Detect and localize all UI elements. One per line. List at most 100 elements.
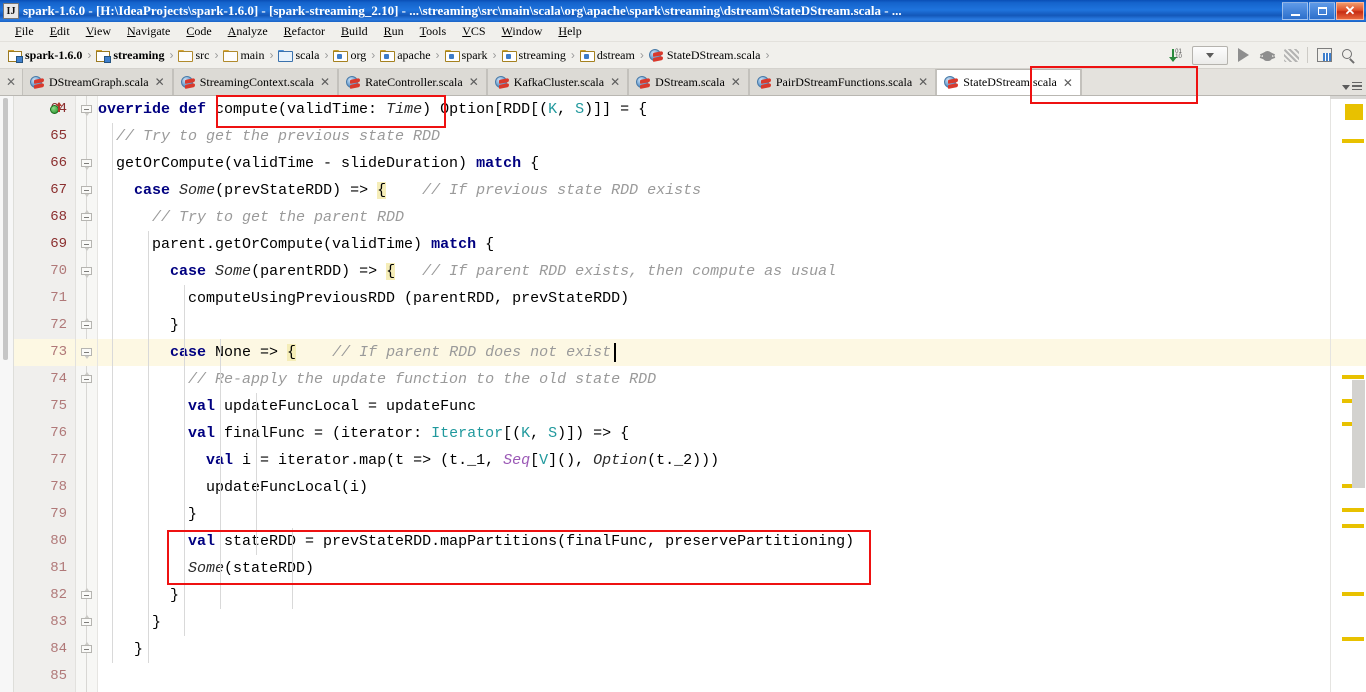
- menu-item-navigate[interactable]: Navigate: [119, 24, 178, 39]
- minimize-button[interactable]: [1282, 2, 1308, 20]
- code-row[interactable]: case Some(parentRDD) => { // If parent R…: [98, 258, 1330, 285]
- editor-tab-dstream-scala[interactable]: DStream.scala ✕: [628, 69, 749, 95]
- close-icon[interactable]: ✕: [918, 75, 928, 89]
- vertical-scrollbar-thumb[interactable]: [1352, 380, 1365, 488]
- run-button[interactable]: [1231, 44, 1255, 66]
- fold-up-icon[interactable]: [81, 642, 92, 655]
- code-row[interactable]: computeUsingPreviousRDD (parentRDD, prev…: [98, 285, 1330, 312]
- breadcrumb-item-src[interactable]: src: [176, 45, 211, 66]
- code-row[interactable]: // Re-apply the update function to the o…: [98, 366, 1330, 393]
- code-row[interactable]: // Try to get the previous state RDD: [98, 123, 1330, 150]
- menu-item-view[interactable]: View: [78, 24, 119, 39]
- menu-item-file[interactable]: File: [7, 24, 42, 39]
- code-row[interactable]: }: [98, 501, 1330, 528]
- fold-down-icon[interactable]: [81, 266, 92, 278]
- close-button[interactable]: ✕: [1336, 2, 1364, 20]
- code-row[interactable]: case None => { // If parent RDD does not…: [98, 339, 1330, 366]
- close-icon[interactable]: ✕: [469, 75, 479, 89]
- code-row[interactable]: }: [98, 312, 1330, 339]
- code-row[interactable]: }: [98, 636, 1330, 663]
- override-method-icon[interactable]: [50, 102, 63, 116]
- fold-down-icon[interactable]: [81, 239, 92, 251]
- warning-marker[interactable]: [1342, 508, 1364, 512]
- fold-up-icon[interactable]: [81, 318, 92, 331]
- layout-button[interactable]: [1312, 44, 1336, 66]
- menu-item-help[interactable]: Help: [550, 24, 589, 39]
- code-row[interactable]: Some(stateRDD): [98, 555, 1330, 582]
- warning-marker[interactable]: [1342, 375, 1364, 379]
- menu-item-analyze[interactable]: Analyze: [220, 24, 276, 39]
- editor-tab-ratecontroller-scala[interactable]: RateController.scala ✕: [338, 69, 487, 95]
- warning-marker[interactable]: [1342, 139, 1364, 143]
- editor-tab-dstreamgraph-scala[interactable]: DStreamGraph.scala ✕: [22, 69, 173, 95]
- debug-button[interactable]: [1255, 44, 1279, 66]
- close-icon[interactable]: ✕: [1063, 76, 1073, 90]
- update-project-button[interactable]: 01 10: [1165, 44, 1189, 66]
- fold-down-icon[interactable]: [81, 158, 92, 170]
- breadcrumb-item-org[interactable]: org: [331, 45, 368, 66]
- editor-tab-kafkacluster-scala[interactable]: KafkaCluster.scala ✕: [486, 69, 629, 95]
- menu-item-tools[interactable]: Tools: [412, 24, 455, 39]
- breadcrumb-item-dstream[interactable]: dstream: [578, 45, 637, 66]
- close-icon[interactable]: ✕: [610, 75, 620, 89]
- editor-tab-streamingcontext-scala[interactable]: StreamingContext.scala ✕: [172, 69, 339, 95]
- breadcrumb-item-spark-1-6-0[interactable]: spark-1.6.0: [6, 45, 84, 66]
- menu-item-code[interactable]: Code: [178, 24, 219, 39]
- editor-tab-statedstream-scala[interactable]: StateDStream.scala ✕: [936, 69, 1081, 95]
- run-config-selector[interactable]: [1189, 44, 1231, 66]
- close-icon[interactable]: ✕: [320, 75, 330, 89]
- breadcrumb-item-statedstream-scala[interactable]: StateDStream.scala: [647, 45, 763, 66]
- warning-marker[interactable]: [1342, 524, 1364, 528]
- fold-down-icon[interactable]: [81, 185, 92, 197]
- fold-up-icon[interactable]: [81, 210, 92, 223]
- fold-row: [76, 366, 97, 393]
- breadcrumb-item-scala[interactable]: scala: [276, 45, 321, 66]
- code-row[interactable]: // Try to get the parent RDD: [98, 204, 1330, 231]
- code-row[interactable]: [98, 663, 1330, 690]
- breadcrumb-item-streaming[interactable]: streaming: [94, 45, 166, 66]
- close-all-tabs-button[interactable]: ✕: [0, 69, 22, 95]
- close-icon[interactable]: ✕: [155, 75, 165, 89]
- breadcrumb-item-streaming[interactable]: streaming: [500, 45, 568, 66]
- code-row[interactable]: getOrCompute(validTime - slideDuration) …: [98, 150, 1330, 177]
- maximize-button[interactable]: [1309, 2, 1335, 20]
- search-everywhere-button[interactable]: [1336, 44, 1360, 66]
- chevron-down-icon[interactable]: [1342, 84, 1350, 90]
- tab-list-icon[interactable]: [1352, 81, 1362, 91]
- fold-down-icon[interactable]: [81, 347, 92, 359]
- warning-marker[interactable]: [1342, 637, 1364, 641]
- fold-down-icon[interactable]: [81, 104, 92, 116]
- warning-marker[interactable]: [1342, 592, 1364, 596]
- editor-tab-pairdstreamfunctions-scala[interactable]: PairDStreamFunctions.scala ✕: [748, 69, 937, 95]
- fold-up-icon[interactable]: [81, 372, 92, 385]
- code-row[interactable]: val i = iterator.map(t => (t._1, Seq[V](…: [98, 447, 1330, 474]
- breadcrumb-item-main[interactable]: main: [221, 45, 266, 66]
- code-row[interactable]: }: [98, 582, 1330, 609]
- line-number: 82: [50, 587, 67, 603]
- code-row[interactable]: case Some(prevStateRDD) => { // If previ…: [98, 177, 1330, 204]
- warning-marker[interactable]: [1345, 104, 1363, 120]
- menu-item-run[interactable]: Run: [376, 24, 412, 39]
- left-scroll-thumb[interactable]: [3, 98, 8, 360]
- menu-item-edit[interactable]: Edit: [42, 24, 78, 39]
- code-row[interactable]: }: [98, 609, 1330, 636]
- close-icon[interactable]: ✕: [731, 75, 741, 89]
- marker-gutter[interactable]: [1330, 96, 1366, 692]
- code-row[interactable]: updateFuncLocal(i): [98, 474, 1330, 501]
- menu-item-refactor[interactable]: Refactor: [276, 24, 333, 39]
- code-content[interactable]: override def compute(validTime: Time) Op…: [98, 96, 1330, 692]
- code-row[interactable]: val updateFuncLocal = updateFunc: [98, 393, 1330, 420]
- menu-item-window[interactable]: Window: [494, 24, 551, 39]
- run-with-coverage-button[interactable]: [1279, 44, 1303, 66]
- menu-item-build[interactable]: Build: [333, 24, 376, 39]
- fold-up-icon[interactable]: [81, 615, 92, 628]
- code-row[interactable]: override def compute(validTime: Time) Op…: [98, 96, 1330, 123]
- menu-item-vcs[interactable]: VCS: [454, 24, 493, 39]
- breadcrumb-item-apache[interactable]: apache: [378, 45, 432, 66]
- fold-up-icon[interactable]: [81, 588, 92, 601]
- code-row[interactable]: val stateRDD = prevStateRDD.mapPartition…: [98, 528, 1330, 555]
- code-row[interactable]: val finalFunc = (iterator: Iterator[(K, …: [98, 420, 1330, 447]
- scala-file-icon: [756, 75, 772, 90]
- breadcrumb-item-spark[interactable]: spark: [443, 45, 490, 66]
- code-row[interactable]: parent.getOrCompute(validTime) match {: [98, 231, 1330, 258]
